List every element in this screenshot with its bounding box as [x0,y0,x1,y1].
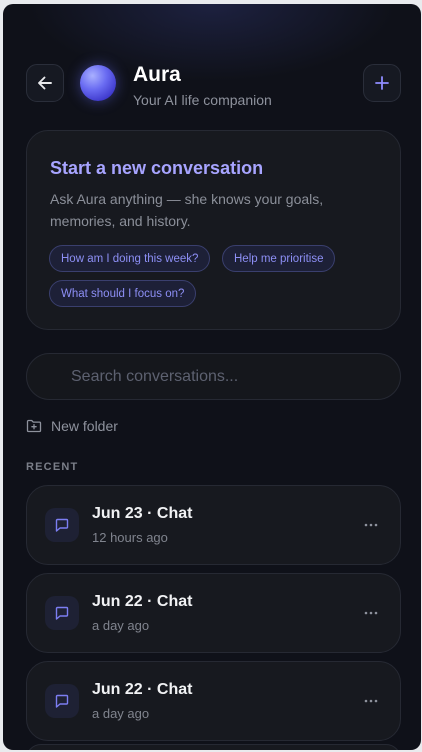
new-folder-button[interactable]: New folder [26,418,118,434]
chat-bubble-icon [45,596,79,630]
chat-bubble-icon [45,508,79,542]
conversation-time: a day ago [92,618,150,633]
arrow-left-icon [38,76,52,90]
aura-avatar [80,65,116,101]
conversation-item[interactable]: Jun 22 · Chat a day ago [26,661,401,741]
conversation-title: Jun 23 · Chat [92,505,193,522]
suggestion-chip[interactable]: How am I doing this week? [49,245,211,272]
back-button[interactable] [26,64,64,102]
more-options-icon[interactable] [358,600,384,626]
search-bar [26,353,401,400]
folder-plus-icon [26,419,42,433]
conversation-item[interactable]: Jun 22 · Chat a day ago [26,573,401,653]
suggestion-chip[interactable]: Help me prioritise [222,245,336,272]
conversation-title: Jun 22 · Chat [92,681,193,698]
start-card-title: Start a new conversation [50,158,264,178]
conversation-item[interactable]: Jun 23 · Chat 12 hours ago [26,485,401,565]
conversation-title: Jun 22 · Chat [92,593,193,610]
app-screen: Aura Your AI life companion Start a new … [3,4,421,750]
start-conversation-card: Start a new conversation Ask Aura anythi… [26,130,401,330]
conversation-time: 12 hours ago [92,530,168,545]
plus-icon [375,76,389,90]
conversation-item-partial[interactable] [26,744,401,750]
new-folder-label: New folder [51,418,118,434]
recent-section-label: RECENT [26,461,79,473]
more-options-icon[interactable] [358,688,384,714]
search-input[interactable] [71,354,371,399]
app-subtitle: Your AI life companion [133,92,272,108]
conversation-time: a day ago [92,706,150,721]
chat-bubble-icon [45,684,79,718]
start-card-description: Ask Aura anything — she knows your goals… [50,191,324,229]
app-title: Aura [133,63,181,86]
suggestion-chip[interactable]: What should I focus on? [49,280,197,307]
more-options-icon[interactable] [358,512,384,538]
new-conversation-button[interactable] [363,64,401,102]
